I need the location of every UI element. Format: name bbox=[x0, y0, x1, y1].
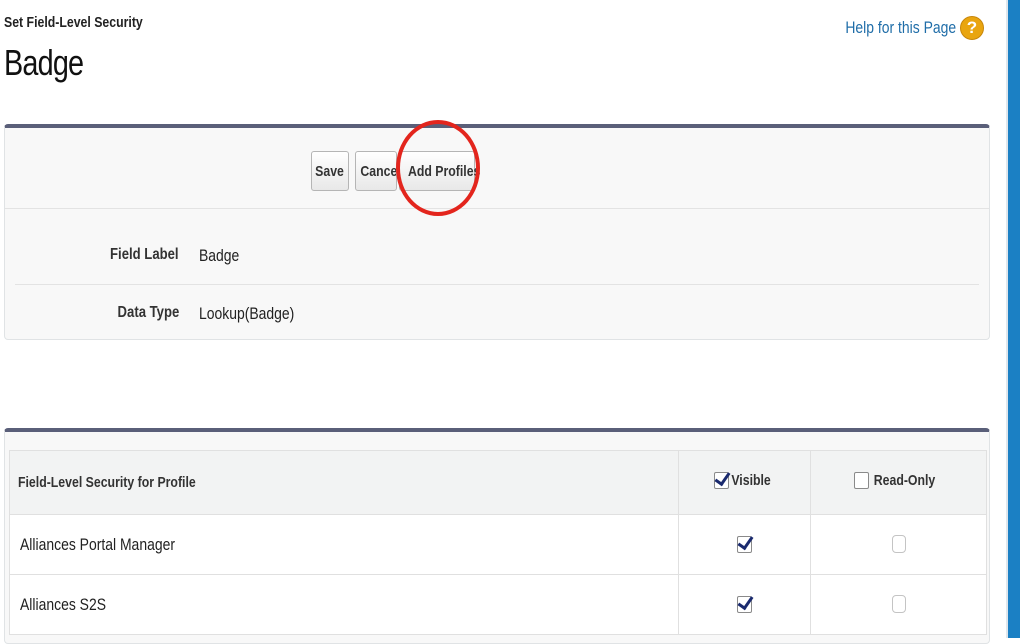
page-title: Badge bbox=[4, 42, 84, 83]
detail-label: Field Label bbox=[110, 246, 179, 263]
profile-name-cell: Alliances S2S bbox=[9, 574, 679, 635]
visible-checkbox[interactable] bbox=[737, 535, 752, 553]
visible-cell bbox=[678, 574, 811, 635]
column-header-visible: Visible bbox=[678, 450, 811, 515]
profile-name-cell: Alliances Portal Manager bbox=[9, 514, 679, 575]
read-only-cell bbox=[810, 514, 987, 575]
detail-value: Badge bbox=[199, 246, 240, 265]
help-link-group[interactable]: Help for this Page ? bbox=[821, 16, 984, 40]
button-row: Save Cancel Add Profiles bbox=[5, 120, 989, 216]
field-detail-panel: Save Cancel Add Profiles Field Label Bad… bbox=[4, 120, 990, 342]
detail-row-field-label: Field Label Badge bbox=[15, 228, 979, 285]
column-header-read-only: Read-Only bbox=[810, 450, 987, 515]
window-edge-bar bbox=[1006, 0, 1020, 638]
field-security-panel: Field-Level Security for Profile Visible… bbox=[4, 428, 990, 644]
detail-row-data-type: Data Type Lookup(Badge) bbox=[5, 286, 989, 342]
column-header-profile: Field-Level Security for Profile bbox=[9, 450, 679, 515]
read-only-cell bbox=[810, 574, 987, 635]
table-row: Alliances Portal Manager bbox=[9, 514, 987, 575]
question-icon[interactable]: ? bbox=[960, 16, 984, 40]
detail-label: Data Type bbox=[117, 304, 179, 321]
detail-value: Lookup(Badge) bbox=[199, 304, 295, 323]
table-row: Alliances S2S bbox=[9, 574, 987, 635]
read-only-checkbox[interactable] bbox=[891, 595, 906, 614]
visible-cell bbox=[678, 514, 811, 575]
save-button[interactable]: Save bbox=[311, 151, 349, 191]
read-only-all-checkbox[interactable] bbox=[854, 471, 870, 489]
page-subtitle: Set Field-Level Security bbox=[4, 14, 143, 31]
help-link[interactable]: Help for this Page bbox=[845, 18, 956, 38]
visible-checkbox[interactable] bbox=[737, 595, 752, 613]
read-only-checkbox[interactable] bbox=[891, 535, 906, 554]
table-header-row: Field-Level Security for Profile Visible… bbox=[9, 450, 987, 515]
visible-all-checkbox[interactable] bbox=[713, 471, 729, 489]
add-profiles-button[interactable]: Add Profiles bbox=[399, 151, 480, 191]
field-security-table: Field-Level Security for Profile Visible… bbox=[9, 450, 987, 635]
cancel-button[interactable]: Cancel bbox=[355, 151, 397, 191]
